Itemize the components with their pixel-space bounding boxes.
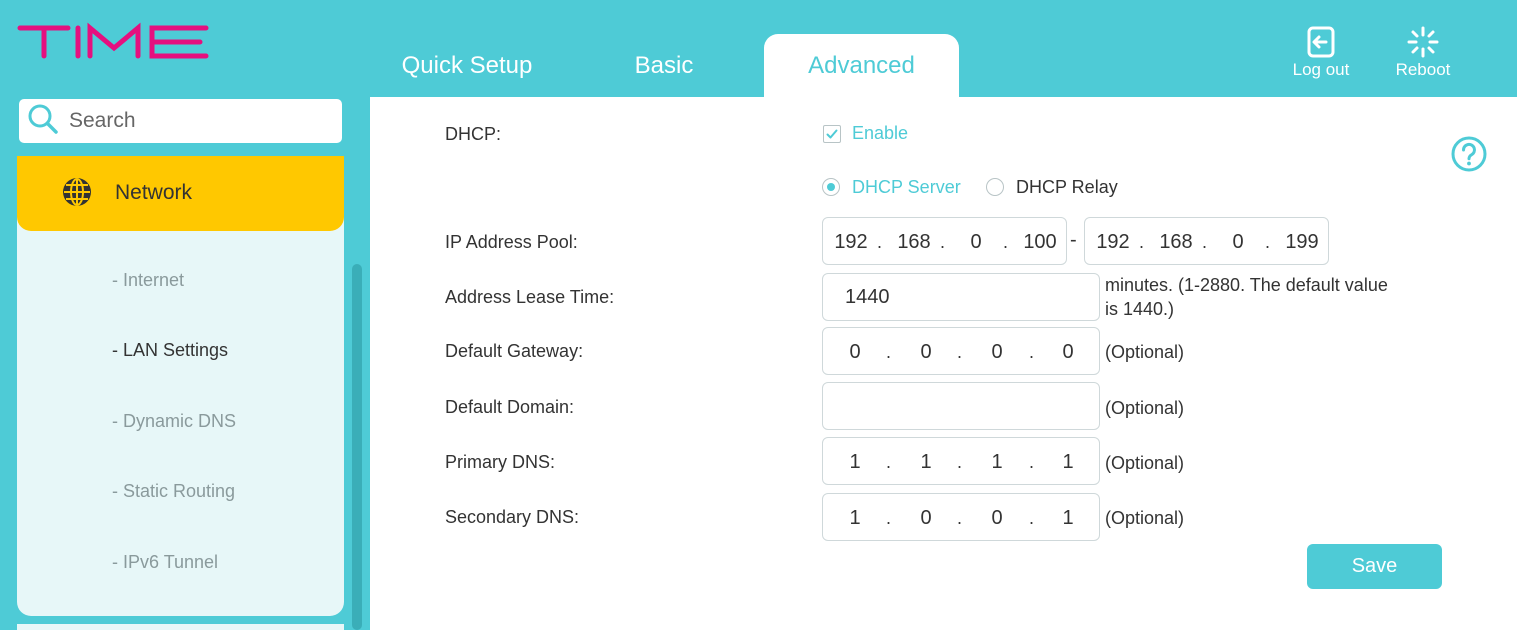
ip-pool-start-input[interactable]: 192 . 168 . 0 . 100 [822,217,1067,265]
ip-pool-label: IP Address Pool: [445,232,578,252]
ip-dot: . [886,342,892,362]
dhcp-enable-checkbox[interactable] [823,125,841,143]
default-gateway-optional: (Optional) [1105,342,1185,362]
ip-octet[interactable]: 168 [1151,231,1201,254]
ip-dot: . [1139,232,1145,252]
ip-octet[interactable]: 168 [889,231,939,254]
ip-octet[interactable]: 192 [826,231,876,254]
lease-time-hint: minutes. (1-2880. The default value is 1… [1105,273,1388,321]
ip-pool-separator: - [1070,229,1077,251]
primary-dns-label: Primary DNS: [445,452,556,472]
sidebar-item-lan-settings[interactable]: - LAN Settings [112,340,228,361]
sidebar-item-dynamic-dns[interactable]: - Dynamic DNS [112,411,236,432]
ip-dot: . [877,232,883,252]
ip-octet[interactable]: 1 [1043,451,1093,474]
logout-icon [1281,26,1361,58]
ip-octet[interactable]: 0 [972,341,1022,364]
ip-octet[interactable]: 1 [830,451,880,474]
ip-octet[interactable]: 0 [901,507,951,530]
reboot-button[interactable]: Reboot [1383,26,1463,82]
ip-dot: . [957,342,963,362]
ip-pool-end-input[interactable]: 192 . 168 . 0 . 199 [1084,217,1329,265]
ip-octet[interactable]: 1 [830,507,880,530]
secondary-dns-input[interactable]: 1 . 0 . 0 . 1 [822,493,1100,541]
default-domain-label: Default Domain: [445,397,575,417]
ip-octet[interactable]: 0 [951,231,1001,254]
sidebar-item-ipv6-tunnel[interactable]: - IPv6 Tunnel [112,552,218,573]
lease-time-label: Address Lease Time: [445,287,615,307]
globe-icon [61,176,93,213]
sidebar-item-internet[interactable]: - Internet [112,270,184,291]
ip-dot: . [1265,232,1271,252]
sidebar-item-network-label: Network [115,181,193,204]
reboot-icon [1383,26,1463,58]
ip-dot: . [940,232,946,252]
lan-settings-panel: DHCP: Enable DHCP Server DHCP Relay IP A… [370,97,1517,630]
ip-dot: . [886,452,892,472]
lease-time-input[interactable]: 1440 [822,273,1100,321]
ip-octet[interactable]: 1 [901,451,951,474]
lease-time-hint-line1: minutes. (1-2880. The default value [1105,275,1388,295]
tab-basic[interactable]: Basic [586,34,742,97]
secondary-dns-label: Secondary DNS: [445,507,580,527]
dhcp-relay-radio[interactable] [986,178,1004,196]
ip-dot: . [886,508,892,528]
ip-dot: . [957,452,963,472]
tab-advanced[interactable]: Advanced [764,34,959,97]
ip-octet[interactable]: 0 [1043,341,1093,364]
ip-octet[interactable]: 1 [972,451,1022,474]
ip-octet[interactable]: 0 [901,341,951,364]
primary-dns-input[interactable]: 1 . 1 . 1 . 1 [822,437,1100,485]
save-button[interactable]: Save [1307,544,1442,589]
logout-label: Log out [1292,60,1350,79]
ip-dot: . [1029,452,1035,472]
tab-quick-setup[interactable]: Quick Setup [372,34,562,97]
ip-octet[interactable]: 199 [1277,231,1327,254]
search-bar [19,99,342,143]
sidebar-item-static-routing[interactable]: - Static Routing [112,481,235,502]
ip-octet[interactable]: 0 [1213,231,1263,254]
ip-octet[interactable]: 100 [1015,231,1065,254]
lease-time-hint-line2: is 1440.) [1105,299,1175,319]
dhcp-label: DHCP: [445,124,502,144]
sidebar-scrollbar[interactable] [352,264,362,630]
reboot-label: Reboot [1395,60,1451,79]
sidebar-menu: Network - Internet - LAN Settings - Dyna… [17,156,344,616]
ip-octet[interactable]: 0 [830,341,880,364]
dhcp-server-label[interactable]: DHCP Server [852,177,961,198]
dhcp-enable-label[interactable]: Enable [852,123,908,144]
time-logo [16,18,212,60]
sidebar-next-section [17,624,344,630]
ip-octet[interactable]: 1 [1043,507,1093,530]
ip-dot: . [1003,232,1009,252]
ip-dot: . [1029,508,1035,528]
logout-button[interactable]: Log out [1281,26,1361,82]
default-gateway-label: Default Gateway: [445,341,584,361]
default-gateway-input[interactable]: 0 . 0 . 0 . 0 [822,327,1100,375]
primary-dns-optional: (Optional) [1105,453,1185,473]
sidebar-item-network[interactable]: Network [17,156,344,231]
dhcp-relay-label[interactable]: DHCP Relay [1016,177,1118,198]
search-icon[interactable] [27,103,69,140]
help-button[interactable] [1450,135,1488,178]
default-domain-input[interactable] [822,382,1100,430]
ip-dot: . [1202,232,1208,252]
help-icon [1450,136,1488,177]
search-input[interactable] [69,109,309,133]
ip-dot: . [1029,342,1035,362]
ip-octet[interactable]: 0 [972,507,1022,530]
ip-octet[interactable]: 192 [1088,231,1138,254]
dhcp-server-radio[interactable] [822,178,840,196]
secondary-dns-optional: (Optional) [1105,508,1185,528]
default-domain-optional: (Optional) [1105,398,1185,418]
ip-dot: . [957,508,963,528]
